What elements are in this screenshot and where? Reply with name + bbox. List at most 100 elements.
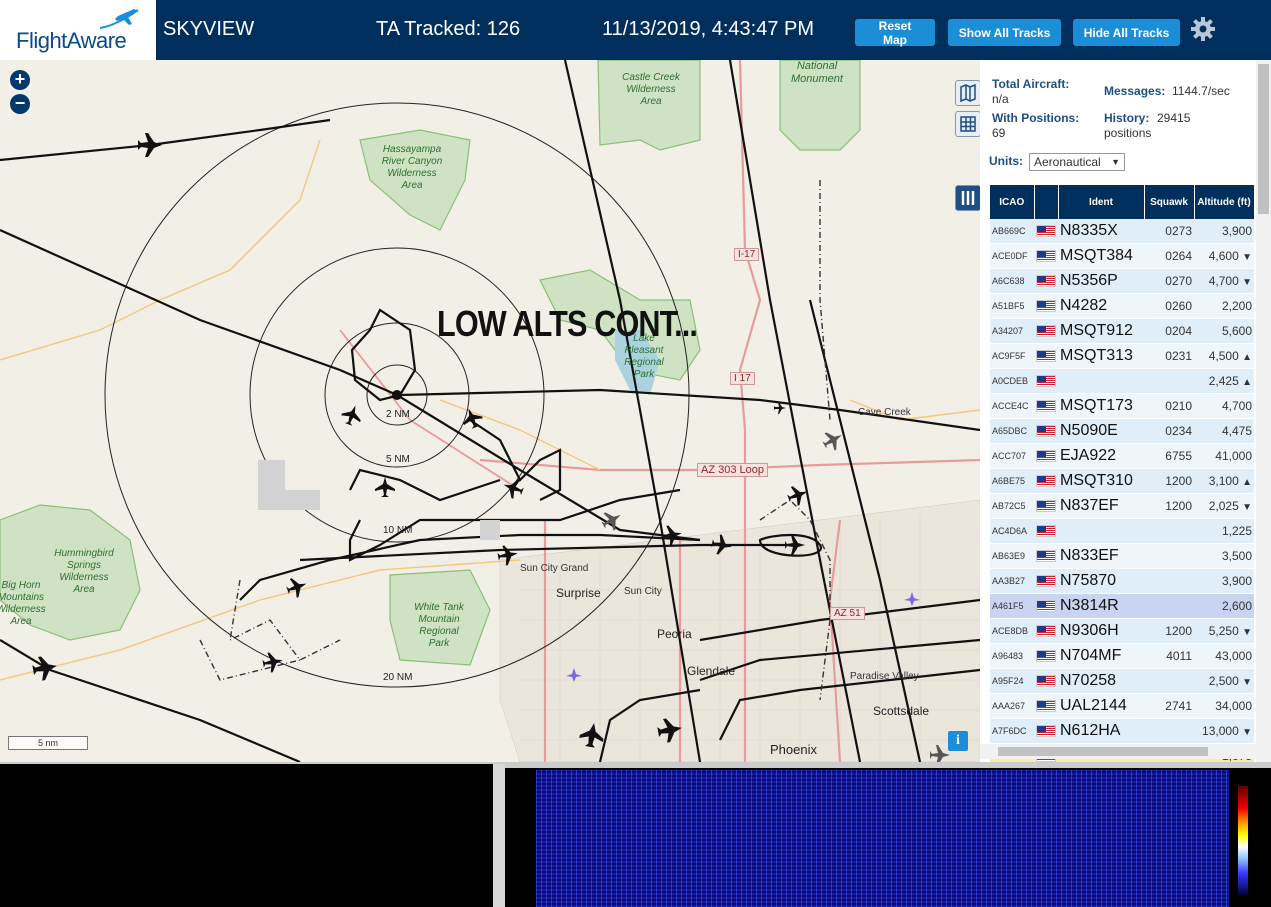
units-select[interactable]: Aeronautical ▼ — [1029, 153, 1125, 171]
map-layers-button[interactable] — [955, 80, 980, 106]
squawk-cell: 2741 — [1144, 693, 1194, 719]
columns-toggle-button[interactable] — [955, 185, 980, 211]
altitude-value: 13,000 — [1202, 724, 1239, 738]
place-hassayampa: Hassayampa River Canyon Wilderness Area — [381, 144, 443, 191]
icao-cell: A461F5 — [990, 593, 1034, 619]
flag-cell — [1034, 593, 1058, 619]
icao-cell: A0CDEB — [990, 368, 1034, 394]
flag-cell — [1034, 668, 1058, 694]
vertical-scrollbar[interactable] — [1256, 60, 1271, 762]
gear-icon[interactable] — [1190, 16, 1216, 42]
altitude-cell: 34,000 — [1194, 693, 1254, 719]
table-row[interactable]: AB669C N8335X 0273 3,900 — [990, 219, 1254, 244]
pane-divider[interactable] — [493, 764, 505, 907]
squawk-cell: 1200 — [1144, 618, 1194, 644]
altitude-trend: ▲ — [1242, 352, 1252, 363]
us-flag-icon — [1036, 674, 1056, 687]
altitude-trend: ▼ — [1242, 502, 1252, 513]
reset-map-button[interactable]: Reset Map — [855, 19, 935, 47]
place-glendale: Glendale — [687, 664, 736, 678]
table-row[interactable]: AB72C5 N837EF 1200 2,025 ▼ — [990, 493, 1254, 519]
date-time: 11/13/2019, 4:43:47 PM — [602, 18, 815, 40]
history-label: History: — [1104, 111, 1150, 125]
show-all-tracks-button[interactable]: Show All Tracks — [948, 19, 1061, 46]
icao-cell: AC4D6A — [990, 518, 1034, 544]
horizontal-scrollbar[interactable] — [980, 744, 1256, 759]
place-big-horn: Big Horn Mountains Wilderness Area — [0, 580, 46, 627]
us-flag-icon — [1036, 399, 1056, 412]
table-row[interactable]: ACCE4C MSQT173 0210 4,700 — [990, 393, 1254, 419]
altitude-cell: 4,600 ▼ — [1194, 243, 1254, 269]
table-row[interactable]: A6C638 N5356P 0270 4,700 ▼ — [990, 268, 1254, 294]
flag-cell — [1034, 343, 1058, 369]
table-row[interactable]: A65DBC N5090E 0234 4,475 — [990, 418, 1254, 444]
scrollbar-thumb[interactable] — [998, 747, 1208, 756]
road-label-i17-mid: I 17 — [730, 372, 755, 385]
icao-cell: AAA267 — [990, 693, 1034, 719]
altitude-value: 4,475 — [1221, 424, 1252, 438]
scrollbar-thumb[interactable] — [1258, 64, 1269, 214]
altitude-cell: 5,600 — [1194, 318, 1254, 344]
road-label-az303: AZ 303 Loop — [697, 463, 768, 477]
table-row[interactable]: ACC707 EJA922 6755 41,000 — [990, 443, 1254, 469]
altitude-cell: 5,250 ▼ — [1194, 618, 1254, 644]
col-flag[interactable] — [1034, 185, 1059, 219]
brand-name: FlightAware — [16, 28, 127, 53]
zoom-in-button[interactable]: + — [10, 70, 30, 90]
icao-cell: A6C638 — [990, 268, 1034, 294]
altitude-cell: 3,900 — [1194, 568, 1254, 594]
altitude-cell: 2,500 ▼ — [1194, 668, 1254, 694]
altitude-value: 3,900 — [1221, 574, 1252, 588]
map-view[interactable]: 2 NM 5 NM 10 NM 20 NM Castle Creek Wilde… — [0, 60, 980, 762]
altitude-trend: ▼ — [1242, 627, 1252, 638]
zoom-out-button[interactable]: − — [10, 94, 30, 114]
altitude-cell: 4,475 — [1194, 418, 1254, 444]
table-row[interactable]: A0CDEB 2,425 ▲ — [990, 368, 1254, 394]
waterfall-display — [536, 770, 1229, 907]
us-flag-icon — [1036, 499, 1056, 512]
info-button[interactable]: i — [948, 731, 968, 751]
place-paradise-valley: Paradise Valley — [850, 671, 919, 682]
flag-cell — [1034, 693, 1058, 719]
table-row[interactable]: A461F5 N3814R 2,600 — [990, 593, 1254, 619]
table-row[interactable]: A7F6DC N612HA 13,000 ▼ — [990, 718, 1254, 744]
us-flag-icon — [1036, 349, 1056, 362]
grid-toggle-button[interactable] — [955, 111, 980, 137]
ident-cell: N75870 — [1058, 568, 1144, 594]
altitude-value: 5,250 — [1208, 624, 1239, 638]
altitude-cell: 2,200 — [1194, 293, 1254, 319]
col-ident[interactable]: Ident — [1058, 185, 1145, 219]
hide-all-tracks-button[interactable]: Hide All Tracks — [1073, 19, 1180, 46]
table-row[interactable]: ACE0DF MSQT384 0264 4,600 ▼ — [990, 243, 1254, 269]
map-canvas[interactable] — [0, 60, 980, 762]
table-row[interactable]: A51BF5 N4282 0260 2,200 — [990, 293, 1254, 319]
table-row[interactable]: A34207 MSQT912 0204 5,600 — [990, 318, 1254, 344]
flightaware-logo[interactable]: FlightAware — [0, 0, 156, 60]
altitude-cell: 43,000 — [1194, 643, 1254, 669]
table-row[interactable]: AA3B27 N75870 3,900 — [990, 568, 1254, 594]
table-row[interactable]: A6BE75 MSQT310 1200 3,100 ▲ — [990, 468, 1254, 494]
flag-cell — [1034, 418, 1058, 444]
ident-cell: N70258 — [1058, 668, 1144, 694]
ident-cell: N4282 — [1058, 293, 1144, 319]
col-icao[interactable]: ICAO — [990, 185, 1035, 219]
ident-cell: MSQT310 — [1058, 468, 1144, 494]
table-row[interactable]: AC4D6A 1,225 — [990, 518, 1254, 544]
table-row[interactable]: AC9F5F MSQT313 0231 4,500 ▲ — [990, 343, 1254, 369]
place-surprise: Surprise — [556, 586, 601, 600]
table-row[interactable]: AAA267 UAL2144 2741 34,000 — [990, 693, 1254, 719]
flag-cell — [1034, 368, 1058, 394]
table-row[interactable]: A95F24 N70258 2,500 ▼ — [990, 668, 1254, 694]
col-altitude[interactable]: Altitude (ft) — [1194, 185, 1255, 219]
col-squawk[interactable]: Squawk — [1144, 185, 1195, 219]
ring-label-20nm: 20 NM — [383, 672, 413, 683]
table-row[interactable]: A96483 N704MF 4011 43,000 — [990, 643, 1254, 669]
us-flag-icon — [1036, 474, 1056, 487]
table-row[interactable]: ACE8DB N9306H 1200 5,250 ▼ — [990, 618, 1254, 644]
ident-cell: MSQT313 — [1058, 343, 1144, 369]
icao-cell: A96483 — [990, 643, 1034, 669]
ident-cell: N833EF — [1058, 543, 1144, 569]
aircraft-table: ICAO Ident Squawk Altitude (ft) AB669C N8… — [990, 185, 1255, 762]
altitude-value: 34,000 — [1215, 699, 1252, 713]
table-row[interactable]: AB63E9 N833EF 3,500 — [990, 543, 1254, 569]
